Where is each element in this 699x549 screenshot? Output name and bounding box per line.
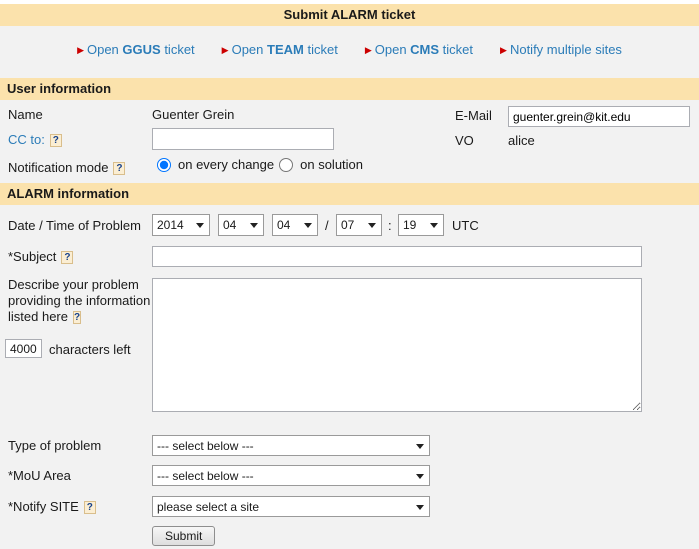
type-of-problem-label: Type of problem: [8, 438, 102, 453]
user-information-header: User information: [0, 78, 699, 100]
mou-area-label: *MoU Area: [8, 468, 71, 483]
describe-label-line3: listed here: [8, 309, 68, 324]
link-text: Open: [374, 42, 411, 57]
notify-multiple-sites-link[interactable]: ▶ Notify multiple sites: [500, 42, 622, 57]
describe-label-line2: providing the information: [8, 293, 151, 308]
describe-problem-textarea[interactable]: [152, 278, 642, 412]
time-separator: :: [388, 218, 392, 233]
link-text: Open: [86, 42, 123, 57]
radio-on-every-change[interactable]: [157, 157, 171, 172]
link-text-bold: GGUS: [122, 42, 161, 57]
date-time-label: Date / Time of Problem: [8, 218, 141, 233]
email-input[interactable]: [508, 106, 690, 127]
name-label: Name: [8, 107, 43, 122]
link-text: ticket: [439, 42, 474, 57]
submit-button[interactable]: Submit: [152, 526, 216, 546]
mou-area-select[interactable]: --- select below ---: [152, 465, 430, 486]
month-select[interactable]: 04: [218, 214, 264, 236]
describe-label-line1: Describe your problem: [8, 277, 139, 292]
date-separator: /: [325, 218, 329, 233]
cc-to-link[interactable]: CC to:: [8, 132, 45, 147]
notification-mode-help-icon[interactable]: ?: [113, 162, 126, 175]
link-text: ticket: [160, 42, 195, 57]
open-team-ticket-link[interactable]: ▶ Open TEAM ticket: [222, 42, 338, 57]
notify-site-select[interactable]: please select a site: [152, 496, 430, 517]
notify-site-help-icon[interactable]: ?: [83, 501, 96, 514]
year-select[interactable]: 2014: [152, 214, 210, 236]
subject-input[interactable]: [152, 246, 642, 267]
characters-left-label: characters left: [49, 342, 131, 357]
alarm-information-header: ALARM information: [0, 183, 699, 205]
red-arrow-icon: ▶: [221, 45, 229, 55]
link-text: Open: [231, 42, 268, 57]
page-title: Submit ALARM ticket: [0, 4, 699, 26]
vo-value: alice: [508, 133, 535, 148]
radio-on-solution-label: on solution: [300, 157, 364, 172]
minute-select[interactable]: 19: [398, 214, 444, 236]
red-arrow-icon: ▶: [77, 45, 84, 55]
radio-on-solution[interactable]: [279, 157, 294, 172]
notification-mode-options: on every change on solution: [157, 157, 363, 172]
link-text: Notify multiple sites: [509, 42, 622, 57]
notify-site-label: *Notify SITE: [8, 499, 79, 514]
cc-help-icon[interactable]: ?: [49, 134, 62, 147]
type-of-problem-select[interactable]: --- select below ---: [152, 435, 430, 456]
notification-mode-label: Notification mode: [8, 160, 109, 175]
ticket-links-row: ▶ Open GGUS ticket ▶ Open TEAM ticket ▶ Ope…: [0, 42, 699, 57]
submit-alarm-ticket-page: Submit ALARM ticket ▶ Open GGUS ticket ▶ O…: [0, 0, 699, 549]
hour-select[interactable]: 07: [336, 214, 382, 236]
describe-help-icon[interactable]: ?: [72, 311, 82, 324]
subject-help-icon[interactable]: ?: [61, 251, 74, 264]
subject-label: *Subject: [8, 249, 57, 264]
link-text: ticket: [303, 42, 338, 57]
radio-on-every-change-label: on every change: [178, 157, 275, 172]
day-select[interactable]: 04: [272, 214, 318, 236]
red-arrow-icon: ▶: [364, 45, 372, 55]
email-label: E-Mail: [455, 108, 492, 123]
characters-left-counter: [5, 339, 42, 358]
describe-problem-label: Describe your problem providing the info…: [8, 277, 153, 325]
name-value: Guenter Grein: [152, 107, 235, 122]
timezone-label: UTC: [452, 218, 479, 233]
cc-input[interactable]: [152, 128, 334, 150]
open-cms-ticket-link[interactable]: ▶ Open CMS ticket: [365, 42, 473, 57]
link-text-bold: TEAM: [267, 42, 304, 57]
link-text-bold: CMS: [410, 42, 440, 57]
open-ggus-ticket-link[interactable]: ▶ Open GGUS ticket: [77, 42, 195, 57]
vo-label: VO: [455, 133, 474, 148]
red-arrow-icon: ▶: [500, 45, 507, 55]
